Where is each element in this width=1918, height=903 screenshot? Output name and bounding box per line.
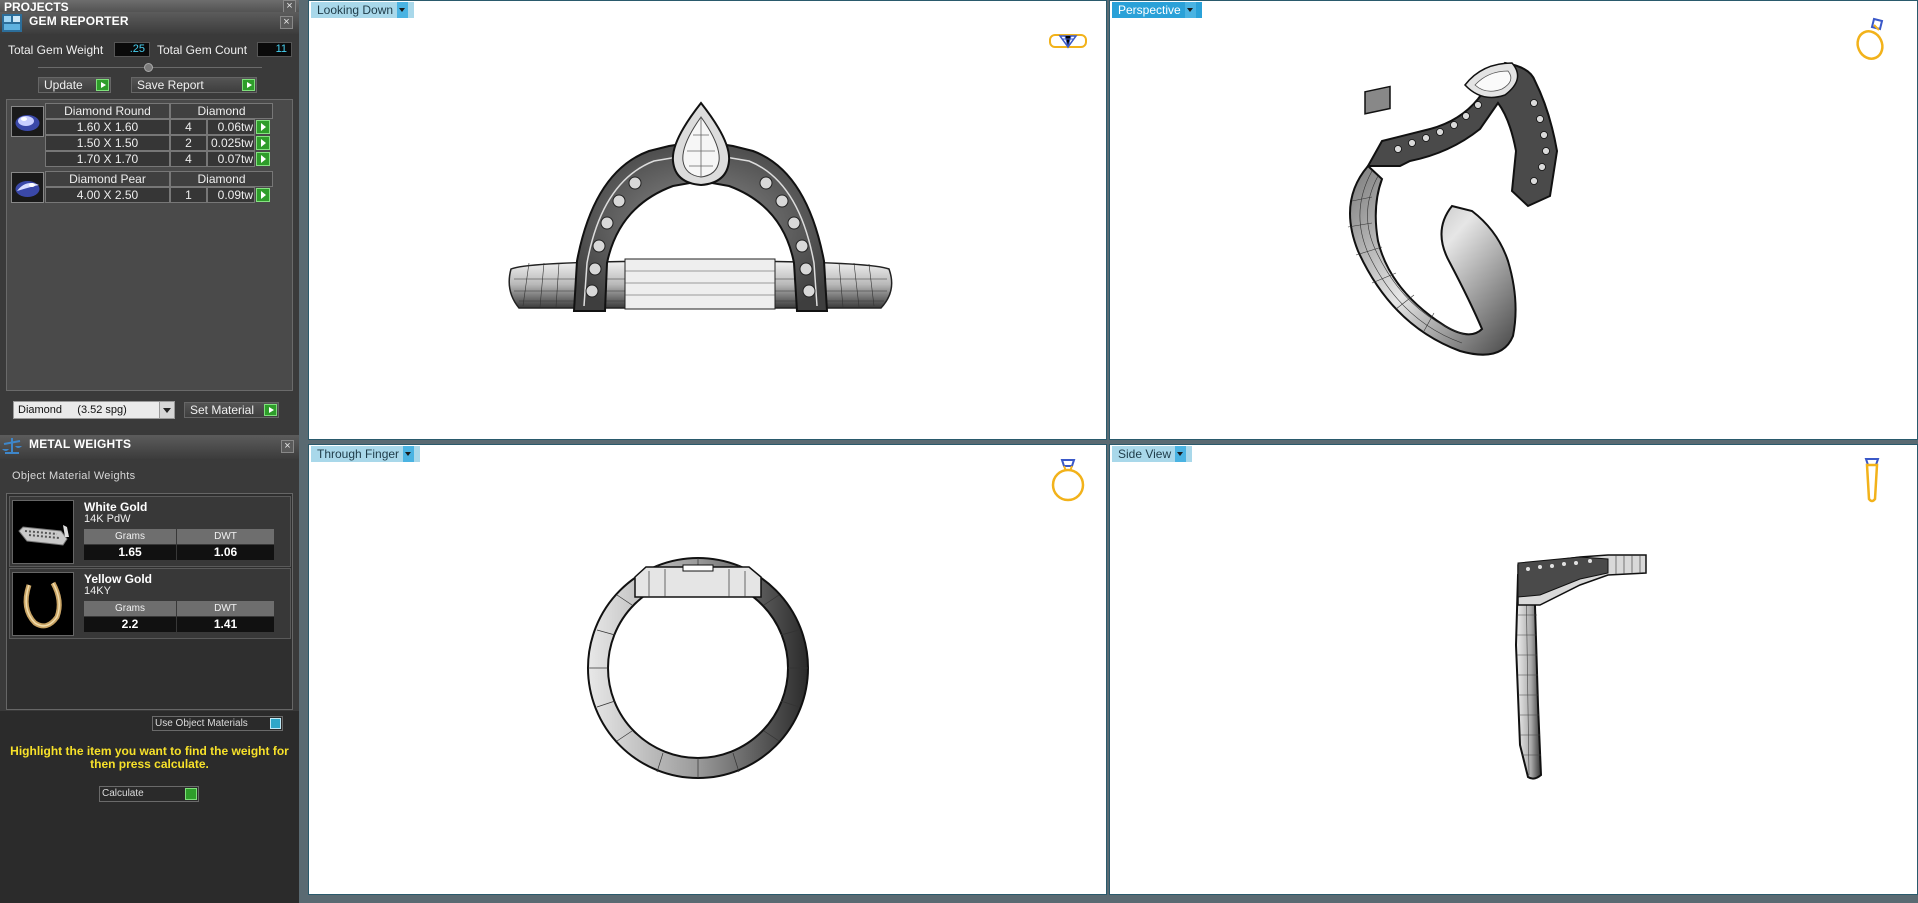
total-gem-count-value: 11: [257, 42, 292, 57]
update-button[interactable]: Update: [38, 77, 111, 93]
ring-thumbnail-icon: [23, 581, 62, 629]
calculate-hint: Highlight the item you want to find the …: [10, 744, 289, 771]
gem-select-button[interactable]: [256, 188, 270, 202]
gem-reporter-icon: [2, 14, 22, 32]
gem-weight: 0.025tw: [207, 135, 255, 151]
play-icon: [96, 79, 109, 91]
gem-count: 1: [170, 187, 207, 203]
calculate-section: Use Object Materials Highlight the item …: [0, 711, 299, 903]
save-report-label: Save Report: [137, 78, 204, 92]
gem-select-button[interactable]: [256, 152, 270, 166]
play-icon: [264, 404, 277, 416]
play-icon: [185, 788, 197, 800]
gem-size: 4.00 X 2.50: [45, 187, 170, 203]
metal-weights-title: METAL WEIGHTS: [29, 437, 132, 451]
scale-icon: [2, 438, 22, 454]
grams-value: 1.65: [84, 545, 176, 560]
grams-header: Grams: [84, 601, 176, 616]
viewport-area: Looking Down Perspective Through Finger …: [299, 0, 1918, 903]
metal-item[interactable]: White Gold 14K PdW Grams DWT 1.65 1.06: [9, 496, 291, 567]
white-gold-thumbnail: [12, 500, 74, 564]
total-gem-count-label: Total Gem Count: [157, 43, 248, 57]
metal-name: White Gold: [84, 500, 148, 514]
ring-model-top-view[interactable]: [309, 1, 1107, 440]
viewport-side-view[interactable]: Side View: [1109, 444, 1918, 895]
ring-thumbnail-icon: [18, 525, 69, 546]
material-select[interactable]: Diamond (3.52 spg): [13, 401, 175, 419]
gem-material-header: Diamond: [170, 103, 273, 119]
set-material-button[interactable]: Set Material: [184, 402, 279, 418]
dwt-value: 1.41: [177, 617, 274, 632]
gem-weight: 0.07tw: [207, 151, 255, 167]
gem-shape-header: Diamond Round: [45, 103, 170, 119]
gem-select-button[interactable]: [256, 120, 270, 134]
viewport-perspective[interactable]: Perspective: [1109, 0, 1918, 440]
metal-weights-list: White Gold 14K PdW Grams DWT 1.65 1.06 Y…: [6, 493, 293, 710]
use-object-materials-label: Use Object Materials: [155, 718, 248, 729]
update-label: Update: [44, 78, 83, 92]
splitter-handle[interactable]: [144, 63, 153, 72]
viewport-looking-down[interactable]: Looking Down: [308, 0, 1107, 440]
dwt-header: DWT: [177, 529, 274, 544]
dwt-value: 1.06: [177, 545, 274, 560]
gem-size: 1.60 X 1.60: [45, 119, 170, 135]
chevron-down-icon: [159, 402, 174, 418]
gem-count: 4: [170, 151, 207, 167]
metal-weights-header: METAL WEIGHTS: [0, 435, 299, 459]
gem-count: 4: [170, 119, 207, 135]
total-gem-weight-value: .25: [114, 42, 150, 57]
viewport-through-finger[interactable]: Through Finger: [308, 444, 1107, 895]
ring-model-side-view[interactable]: [1110, 445, 1918, 895]
gem-count: 2: [170, 135, 207, 151]
metal-item[interactable]: Yellow Gold 14KY Grams DWT 2.2 1.41: [9, 568, 291, 639]
play-icon: [242, 79, 255, 91]
dwt-header: DWT: [177, 601, 274, 616]
save-report-button[interactable]: Save Report: [131, 77, 257, 93]
gem-weight: 0.06tw: [207, 119, 255, 135]
gem-size: 1.70 X 1.70: [45, 151, 170, 167]
metal-weights-close-icon[interactable]: ×: [281, 440, 294, 453]
grams-header: Grams: [84, 529, 176, 544]
gem-shape-header: Diamond Pear: [45, 171, 170, 187]
pear-gem-icon: [15, 181, 40, 197]
gem-reporter-header: GEM REPORTER: [0, 12, 299, 34]
gem-list: Diamond Round Diamond 1.60 X 1.60 4 0.06…: [6, 99, 293, 391]
gem-reporter-title: GEM REPORTER: [29, 14, 129, 28]
ring-model-front-view[interactable]: [309, 445, 1107, 895]
gem-reporter-close-icon[interactable]: ×: [280, 16, 293, 29]
round-diamond-thumbnail[interactable]: [11, 106, 44, 137]
total-gem-weight-label: Total Gem Weight: [8, 43, 104, 57]
gem-size: 1.50 X 1.50: [45, 135, 170, 151]
object-material-weights-label: Object Material Weights: [12, 470, 136, 482]
grams-value: 2.2: [84, 617, 176, 632]
gem-select-button[interactable]: [256, 136, 270, 150]
set-material-label: Set Material: [190, 403, 255, 417]
left-panel: PROJECTS × GEM REPORTER × Total Gem Weig…: [0, 0, 299, 903]
toggle-indicator-icon: [270, 718, 281, 729]
use-object-materials-toggle[interactable]: Use Object Materials: [152, 716, 283, 731]
metal-name: Yellow Gold: [84, 572, 153, 586]
ring-model-perspective[interactable]: [1110, 1, 1918, 440]
material-select-value: Diamond (3.52 spg): [18, 404, 127, 416]
pear-diamond-thumbnail[interactable]: [11, 172, 44, 203]
round-gem-icon: [15, 115, 40, 131]
calculate-button[interactable]: Calculate: [99, 786, 199, 802]
calculate-label: Calculate: [102, 788, 144, 799]
app-window: PROJECTS × GEM REPORTER × Total Gem Weig…: [0, 0, 1918, 903]
gem-material-header: Diamond: [170, 171, 273, 187]
gem-weight: 0.09tw: [207, 187, 255, 203]
metal-alloy: 14KY: [84, 585, 111, 597]
yellow-gold-thumbnail: [12, 572, 74, 636]
metal-alloy: 14K PdW: [84, 513, 131, 525]
